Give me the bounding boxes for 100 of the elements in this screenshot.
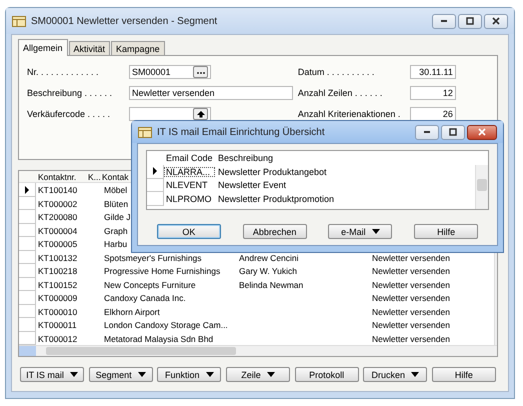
- table-cell-text: KT000010: [37, 306, 78, 317]
- column-header[interactable]: K...: [86, 172, 102, 182]
- row-selector[interactable]: [147, 165, 164, 178]
- field-label: Datum . . . . . . . . . .: [298, 66, 376, 76]
- table-cell-text: KT200080: [37, 212, 78, 222]
- column-header[interactable]: Beschreibung: [215, 153, 455, 163]
- table-cell: Spotsmeyer's Furnishings: [104, 252, 202, 263]
- table-cell-text: NLEVENT: [165, 180, 209, 190]
- table-cell-text: Newsletter Produktangebot: [217, 166, 328, 177]
- number-field: 12: [410, 86, 456, 100]
- table-cell-text: KT100132: [37, 252, 78, 263]
- table-cell: Elkhorn Airport: [104, 306, 160, 317]
- caret-icon: [266, 372, 275, 377]
- maximize-icon: [449, 128, 457, 136]
- table-cell: Newletter versenden: [372, 293, 450, 304]
- table-cell: Newletter versenden: [372, 280, 450, 290]
- minimize-button[interactable]: [432, 14, 456, 28]
- action-button[interactable]: Segment: [88, 367, 153, 382]
- table-cell: Gilde J: [104, 212, 130, 222]
- table-cell-text: KT000005: [37, 239, 78, 250]
- maximize-icon: [466, 17, 474, 25]
- dialog-button[interactable]: e-Mail: [328, 224, 392, 239]
- scrollbar-corner: [19, 346, 36, 356]
- column-header[interactable]: Kontaktnr.: [36, 172, 86, 182]
- dialog-button[interactable]: Abbrechen: [242, 224, 307, 239]
- table-window-icon: [12, 16, 26, 26]
- number-field: 26: [410, 106, 456, 120]
- action-button[interactable]: Drucken: [363, 367, 428, 382]
- dialog-title: IT IS mail Email Einrichtung Übersicht: [157, 126, 326, 138]
- table-cell: NLARRA...: [164, 166, 215, 177]
- tab[interactable]: Aktivität: [68, 41, 110, 55]
- tab[interactable]: Kampagne: [111, 41, 165, 55]
- table-cell: Metatorad Malaysia Sdn Bhd: [104, 334, 214, 344]
- table-cell-text: NLPROMO: [165, 194, 213, 204]
- table-cell-text: KT000009: [37, 293, 78, 304]
- dialog-button[interactable]: Hilfe: [414, 224, 478, 239]
- minimize-button[interactable]: [415, 124, 439, 140]
- field-label: Nr. . . . . . . . . . . . .: [27, 66, 100, 76]
- table-cell: Möbel: [104, 185, 128, 196]
- close-button[interactable]: [467, 124, 497, 140]
- table-cell: New Concepts Furniture: [104, 280, 196, 290]
- table-cell: Newletter versenden: [372, 252, 450, 263]
- table-cell: Candoxy Canada Inc.: [104, 293, 186, 304]
- table-cell: Gary W. Yukich: [239, 266, 297, 276]
- dropdown-field[interactable]: [129, 106, 211, 120]
- field-label: Anzahl Zeilen . . . . . .: [298, 88, 384, 98]
- table-cell: Newletter versenden: [372, 320, 450, 330]
- table-cell-text: KT000012: [37, 334, 78, 344]
- action-button[interactable]: IT IS mail: [20, 367, 84, 382]
- table-cell-text: KT100140: [37, 185, 78, 196]
- table-cell-text: KT000004: [37, 226, 78, 236]
- minimize-icon: [441, 20, 447, 22]
- horizontal-scrollbar[interactable]: [36, 346, 497, 356]
- row-selector[interactable]: [19, 183, 36, 197]
- table-cell: Andrew Cencini: [239, 252, 299, 263]
- minimize-icon: [424, 131, 430, 133]
- field-label: Verkäufercode . . . . .: [27, 108, 112, 118]
- column-header[interactable]: Kontak: [102, 172, 130, 182]
- action-button[interactable]: Hilfe: [432, 367, 496, 382]
- table-cell: Blüten: [104, 198, 128, 209]
- table-window-icon: [138, 126, 152, 138]
- dialog-button[interactable]: OK: [156, 224, 221, 239]
- table-cell: Newletter versenden: [372, 334, 450, 344]
- caret-icon: [411, 372, 420, 377]
- table-cell-text: KT000002: [37, 198, 78, 209]
- field-label: Anzahl Kriterienaktionen .: [298, 108, 402, 118]
- vertical-scrollbar[interactable]: [475, 165, 488, 209]
- close-button[interactable]: [484, 14, 508, 28]
- action-button[interactable]: Protokoll: [294, 367, 359, 382]
- maximize-button[interactable]: [441, 124, 465, 140]
- tab[interactable]: Allgemein: [18, 39, 68, 56]
- caret-icon: [138, 372, 146, 377]
- row-pointer-icon: [152, 167, 158, 176]
- field-label: Beschreibung . . . . . .: [27, 88, 114, 98]
- action-button[interactable]: Funktion: [157, 367, 222, 382]
- caret-icon: [70, 372, 78, 377]
- table-cell-text: KT100152: [37, 280, 78, 290]
- text-field[interactable]: Newletter versenden: [129, 86, 293, 100]
- table-cell-text: Newsletter Event: [217, 180, 288, 190]
- ellipsis-icon: [193, 66, 208, 78]
- table-cell: Belinda Newman: [239, 280, 304, 290]
- maximize-button[interactable]: [458, 14, 482, 28]
- table-cell-text: KT000011: [37, 320, 78, 330]
- table-cell: Newletter versenden: [372, 306, 450, 317]
- close-icon: [492, 17, 500, 25]
- action-button[interactable]: Zeile: [226, 367, 290, 382]
- window-title: SM00001 Newletter versenden - Segment: [31, 16, 218, 26]
- table-cell-text: KT100218: [37, 266, 78, 276]
- caret-icon: [206, 372, 214, 377]
- table-cell: Progressive Home Furnishings: [104, 266, 220, 276]
- caret-icon: [372, 229, 380, 234]
- number-field: 30.11.11: [410, 64, 456, 78]
- lookup-field[interactable]: SM00001: [129, 64, 211, 78]
- table-cell: Graph: [104, 226, 128, 236]
- close-icon: [478, 128, 486, 136]
- table-cell: Harbu: [104, 239, 128, 250]
- table-cell: Newletter versenden: [372, 266, 450, 276]
- table-cell-text: Newsletter Produktpromotion: [217, 194, 336, 204]
- column-header[interactable]: Email Code: [164, 153, 215, 163]
- table-cell: London Candoxy Storage Cam...: [104, 320, 228, 330]
